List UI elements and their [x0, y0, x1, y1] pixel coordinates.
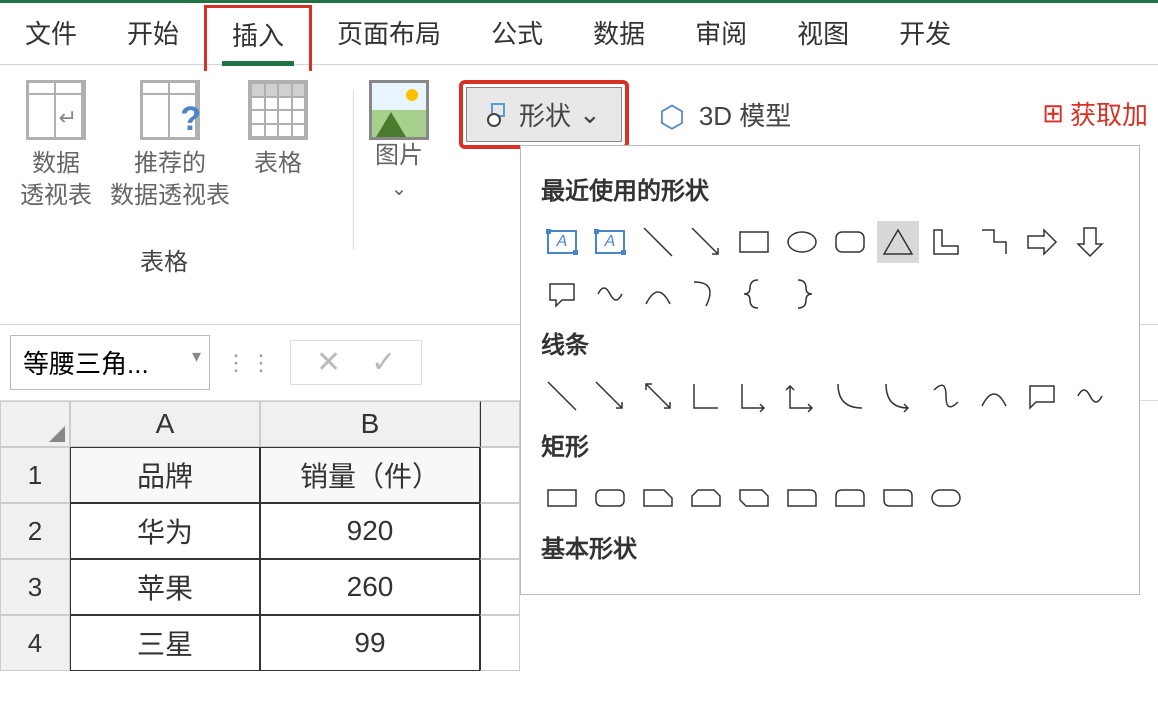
- tab-insert[interactable]: 插入: [204, 5, 312, 71]
- cube-icon: ⬡: [659, 100, 689, 130]
- rect-round1[interactable]: [781, 477, 823, 519]
- section-basic: 基本形状: [541, 529, 1119, 564]
- line-elbow-arrow[interactable]: [733, 375, 775, 417]
- cell[interactable]: 三星: [70, 615, 260, 671]
- cell[interactable]: 99: [260, 615, 480, 671]
- line-arrow[interactable]: [589, 375, 631, 417]
- shape-textbox[interactable]: A: [541, 221, 583, 263]
- chevron-down-icon: ⌄: [391, 176, 408, 201]
- tab-file[interactable]: 文件: [0, 6, 102, 69]
- shape-oval[interactable]: [781, 221, 823, 263]
- shape-arrow-down[interactable]: [1069, 221, 1111, 263]
- section-recent: 最近使用的形状: [541, 171, 1119, 206]
- pivot-table-button[interactable]: ↵ 数据 透视表: [20, 80, 92, 212]
- shapes-button-highlight: 形状 ⌄: [459, 80, 629, 149]
- line-freeform-arc[interactable]: [973, 375, 1015, 417]
- cell[interactable]: 华为: [70, 503, 260, 559]
- shape-right-brace[interactable]: [781, 273, 823, 315]
- formula-cancel[interactable]: ✕: [301, 345, 356, 380]
- col-header[interactable]: [480, 401, 520, 447]
- cell[interactable]: 260: [260, 559, 480, 615]
- line-elbow-double[interactable]: [781, 375, 823, 417]
- recommended-pivot-icon: ?: [140, 80, 200, 140]
- line-straight[interactable]: [541, 375, 583, 417]
- col-header[interactable]: A: [70, 401, 260, 447]
- name-box[interactable]: 等腰三角...: [10, 335, 210, 390]
- shape-arrow-right[interactable]: [1021, 221, 1063, 263]
- cell[interactable]: [480, 615, 520, 671]
- shapes-button[interactable]: 形状 ⌄: [466, 87, 622, 142]
- shape-arrow-line[interactable]: [685, 221, 727, 263]
- row-header[interactable]: 1: [0, 447, 70, 503]
- shape-l[interactable]: [925, 221, 967, 263]
- rect-normal[interactable]: [541, 477, 583, 519]
- tab-home[interactable]: 开始: [102, 6, 204, 69]
- line-curve1[interactable]: [829, 375, 871, 417]
- line-double-arrow[interactable]: [637, 375, 679, 417]
- shapes-icon: [487, 103, 511, 127]
- ribbon-divider: [353, 90, 354, 250]
- pictures-button[interactable]: 图片 ⌄: [369, 80, 429, 314]
- line-curve3[interactable]: [925, 375, 967, 417]
- cell[interactable]: 苹果: [70, 559, 260, 615]
- shape-line[interactable]: [637, 221, 679, 263]
- cell[interactable]: 销量（件）: [260, 447, 480, 503]
- shape-triangle[interactable]: [877, 221, 919, 263]
- line-freeform[interactable]: [1021, 375, 1063, 417]
- group-label-tables: 表格: [140, 242, 188, 277]
- row-header[interactable]: 3: [0, 559, 70, 615]
- pivot-table-icon: ↵: [26, 80, 86, 140]
- select-all-corner[interactable]: [0, 401, 70, 447]
- rect-snip-diag[interactable]: [733, 477, 775, 519]
- 3d-model-button[interactable]: ⬡ 3D 模型: [659, 96, 791, 133]
- formula-enter[interactable]: ✓: [356, 345, 411, 380]
- tab-developer[interactable]: 开发: [874, 6, 976, 69]
- shape-rectangle[interactable]: [733, 221, 775, 263]
- shape-step[interactable]: [973, 221, 1015, 263]
- row-header[interactable]: 2: [0, 503, 70, 559]
- ribbon-tabs: 文件 开始 插入 页面布局 公式 数据 审阅 视图 开发: [0, 3, 1158, 65]
- table-icon: [248, 80, 308, 140]
- tab-view[interactable]: 视图: [772, 6, 874, 69]
- rect-round-all[interactable]: [925, 477, 967, 519]
- section-lines: 线条: [541, 325, 1119, 360]
- shape-textbox-vertical[interactable]: A: [589, 221, 631, 263]
- line-scribble[interactable]: [1069, 375, 1111, 417]
- rect-snip1[interactable]: [637, 477, 679, 519]
- row-header[interactable]: 4: [0, 615, 70, 671]
- shape-left-brace[interactable]: [733, 273, 775, 315]
- chevron-down-icon: ⌄: [579, 99, 601, 130]
- section-rectangles: 矩形: [541, 427, 1119, 462]
- cell[interactable]: 品牌: [70, 447, 260, 503]
- shape-scribble[interactable]: [589, 273, 631, 315]
- fx-expand[interactable]: ⋮⋮: [225, 350, 275, 376]
- shape-curve[interactable]: [685, 273, 727, 315]
- tab-formulas[interactable]: 公式: [466, 6, 568, 69]
- recommended-pivot-button[interactable]: ? 推荐的 数据透视表: [110, 80, 230, 212]
- addins-icon: ⊞: [1042, 98, 1064, 129]
- col-header[interactable]: B: [260, 401, 480, 447]
- rect-round2-diag[interactable]: [877, 477, 919, 519]
- cell[interactable]: [480, 503, 520, 559]
- cell[interactable]: [480, 559, 520, 615]
- rect-rounded[interactable]: [589, 477, 631, 519]
- ribbon: ↵ 数据 透视表 ? 推荐的 数据透视表 表格: [0, 65, 1158, 325]
- get-addins-button[interactable]: ⊞ 获取加: [1042, 95, 1148, 132]
- shape-callout[interactable]: [541, 273, 583, 315]
- shape-arc[interactable]: [637, 273, 679, 315]
- tab-data[interactable]: 数据: [568, 6, 670, 69]
- shape-rounded-rectangle[interactable]: [829, 221, 871, 263]
- picture-icon: [369, 80, 429, 140]
- cell[interactable]: [480, 447, 520, 503]
- cell[interactable]: 920: [260, 503, 480, 559]
- tab-review[interactable]: 审阅: [670, 6, 772, 69]
- rect-round2-same[interactable]: [829, 477, 871, 519]
- tab-pagelayout[interactable]: 页面布局: [312, 6, 466, 69]
- line-elbow[interactable]: [685, 375, 727, 417]
- table-button[interactable]: 表格: [248, 80, 308, 212]
- line-curve2[interactable]: [877, 375, 919, 417]
- shapes-dropdown-panel: 最近使用的形状 A A 线条: [520, 145, 1140, 595]
- rect-snip2[interactable]: [685, 477, 727, 519]
